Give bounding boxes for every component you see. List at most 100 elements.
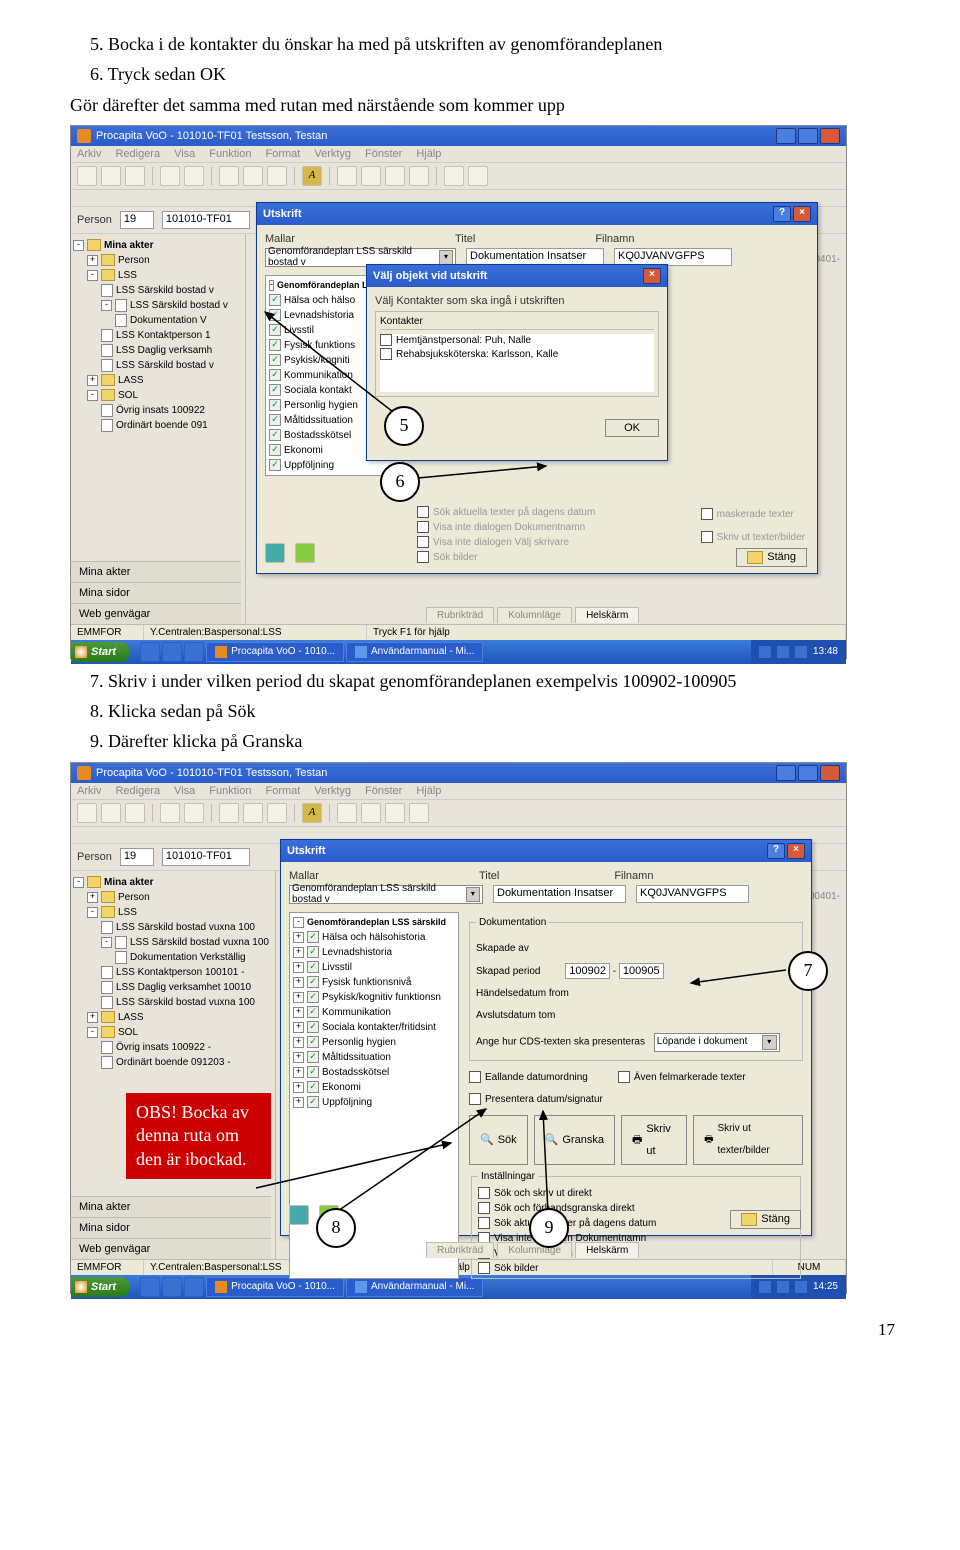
tb-paste-icon[interactable] <box>267 166 287 186</box>
tb-save-icon-b[interactable] <box>125 803 145 823</box>
bottom-icon-1b[interactable] <box>289 1205 309 1225</box>
mallar-combo-2[interactable]: Genomförandeplan LSS särskild bostad v▾ <box>289 885 483 904</box>
tb-open-icon-b[interactable] <box>101 803 121 823</box>
tb-nav-last-icon[interactable] <box>409 166 429 186</box>
granska-button[interactable]: 🔍 Granska <box>534 1115 615 1165</box>
footer-tab-rubrik[interactable]: Rubrikträd <box>426 607 494 623</box>
tree[interactable]: -Mina akter +Person -LSS LSS Särskild bo… <box>73 238 243 433</box>
tab-mina-sidor[interactable]: Mina sidor <box>71 582 241 603</box>
quick-icon-2b[interactable] <box>162 1277 182 1297</box>
person-id-field-2[interactable]: 101010-TF01 <box>162 848 250 866</box>
utskrift-close-button[interactable]: × <box>793 206 811 222</box>
stang-button[interactable]: Stäng <box>736 548 807 567</box>
quick-icon-1[interactable] <box>140 642 160 662</box>
close-button-2[interactable] <box>820 765 840 781</box>
utskrift-close-button-2[interactable]: × <box>787 843 805 859</box>
valj-list[interactable]: Hemtjänstpersonal: Puh, Nalle Rehabsjuks… <box>380 334 654 392</box>
menu-funktion[interactable]: Funktion <box>209 148 251 160</box>
tb-copy-icon[interactable] <box>243 166 263 186</box>
tb-open-icon[interactable] <box>101 166 121 186</box>
combo-arrow-icon-2[interactable]: ▾ <box>466 887 480 902</box>
quick-icon-3b[interactable] <box>184 1277 204 1297</box>
footer-tab-helskarm[interactable]: Helskärm <box>575 607 639 623</box>
tb-font-a-icon[interactable]: A <box>302 166 322 186</box>
skriv-ut-button[interactable]: 🖶 Skriv ut <box>621 1115 687 1165</box>
inst-0[interactable] <box>478 1187 490 1199</box>
tb-print-icon-b[interactable] <box>160 803 180 823</box>
menu-verktyg[interactable]: Verktyg <box>314 148 351 160</box>
inst-5[interactable] <box>478 1262 490 1274</box>
minimize-button[interactable] <box>776 128 796 144</box>
maximize-button[interactable] <box>798 128 818 144</box>
tb-new-icon-b[interactable] <box>77 803 97 823</box>
inst-2[interactable] <box>478 1217 490 1229</box>
tb-preview-icon-b[interactable] <box>184 803 204 823</box>
tb-nav-first-icon-b[interactable] <box>337 803 357 823</box>
minimize-button-2[interactable] <box>776 765 796 781</box>
period-to-field[interactable]: 100905 <box>619 963 664 979</box>
valj-close-button[interactable]: × <box>643 268 661 284</box>
valj-opt-1[interactable]: Hemtjänstpersonal: Puh, Nalle <box>380 334 654 348</box>
menu-visa[interactable]: Visa <box>174 148 195 160</box>
tb-nav-prev-icon[interactable] <box>361 166 381 186</box>
maximize-button-2[interactable] <box>798 765 818 781</box>
tb-extra2-icon[interactable] <box>468 166 488 186</box>
tree-2[interactable]: -Mina akter +Person -LSS LSS Särskild bo… <box>73 875 273 1070</box>
cb-fallande[interactable] <box>469 1071 481 1083</box>
valj-opt-2[interactable]: Rehabsjuksköterska: Karlsson, Kalle <box>380 348 654 362</box>
menu-fonster[interactable]: Fönster <box>365 148 402 160</box>
person-id-field[interactable]: 101010-TF01 <box>162 211 250 229</box>
footer-tab-rubrik-2[interactable]: Rubrikträd <box>426 1242 494 1258</box>
cb-aven[interactable] <box>618 1071 630 1083</box>
person-code-field-2[interactable]: 19 <box>120 848 154 866</box>
menubar[interactable]: Arkiv Redigera Visa Funktion Format Verk… <box>71 146 846 163</box>
tb-preview-icon[interactable] <box>184 166 204 186</box>
bottom-icon-1[interactable] <box>265 543 285 563</box>
menu-arkiv[interactable]: Arkiv <box>77 148 101 160</box>
tb-cut-icon-b[interactable] <box>219 803 239 823</box>
tb-new-icon[interactable] <box>77 166 97 186</box>
combo-arrow-icon[interactable]: ▾ <box>439 250 453 265</box>
tab-mina-akter[interactable]: Mina akter <box>71 561 241 582</box>
task-item-1[interactable]: Procapita VoO - 1010... <box>206 642 344 662</box>
footer-tab-helskarm-2[interactable]: Helskärm <box>575 1242 639 1258</box>
tab-mina-sidor-2[interactable]: Mina sidor <box>71 1217 271 1238</box>
tb-paste-icon-b[interactable] <box>267 803 287 823</box>
start-button-2[interactable]: Start <box>71 1277 130 1297</box>
task-item-2[interactable]: Användarmanual - Mi... <box>346 642 483 662</box>
person-code-field[interactable]: 19 <box>120 211 154 229</box>
sok-button[interactable]: 🔍 Sök <box>469 1115 528 1165</box>
footer-tab-kolumn[interactable]: Kolumnläge <box>497 607 572 623</box>
tb-nav-prev-icon-b[interactable] <box>361 803 381 823</box>
period-from-field[interactable]: 100902 <box>565 963 610 979</box>
ange-combo[interactable]: Löpande i dokument▾ <box>654 1033 780 1052</box>
tab-web-genvagar[interactable]: Web genvägar <box>71 603 241 624</box>
tb-copy-icon-b[interactable] <box>243 803 263 823</box>
quick-icon-1b[interactable] <box>140 1277 160 1297</box>
close-button[interactable] <box>820 128 840 144</box>
stang-button-2[interactable]: Stäng <box>730 1210 801 1229</box>
tb-nav-first-icon[interactable] <box>337 166 357 186</box>
tb-extra1-icon[interactable] <box>444 166 464 186</box>
tb-nav-last-icon-b[interactable] <box>409 803 429 823</box>
bottom-icon-2[interactable] <box>295 543 315 563</box>
quick-icon-2[interactable] <box>162 642 182 662</box>
tb-save-icon[interactable] <box>125 166 145 186</box>
skriv-ut-texter-button[interactable]: 🖶 Skriv ut texter/bilder <box>693 1115 803 1165</box>
quick-icon-3[interactable] <box>184 642 204 662</box>
utskrift-help-button-2[interactable]: ? <box>767 843 785 859</box>
tb-print-icon[interactable] <box>160 166 180 186</box>
menubar-2[interactable]: Arkiv Redigera Visa Funktion Format Verk… <box>71 783 846 800</box>
utskrift-help-button[interactable]: ? <box>773 206 791 222</box>
tb-nav-next-icon-b[interactable] <box>385 803 405 823</box>
tb-font-a-icon-b[interactable]: A <box>302 803 322 823</box>
valj-ok-button[interactable]: OK <box>605 419 659 437</box>
start-button[interactable]: Start <box>71 642 130 662</box>
menu-hjalp[interactable]: Hjälp <box>416 148 441 160</box>
tb-nav-next-icon[interactable] <box>385 166 405 186</box>
cb-presentera[interactable] <box>469 1093 481 1105</box>
footer-tab-kolumn-2[interactable]: Kolumnläge <box>497 1242 572 1258</box>
menu-redigera[interactable]: Redigera <box>115 148 160 160</box>
tb-cut-icon[interactable] <box>219 166 239 186</box>
inst-1[interactable] <box>478 1202 490 1214</box>
